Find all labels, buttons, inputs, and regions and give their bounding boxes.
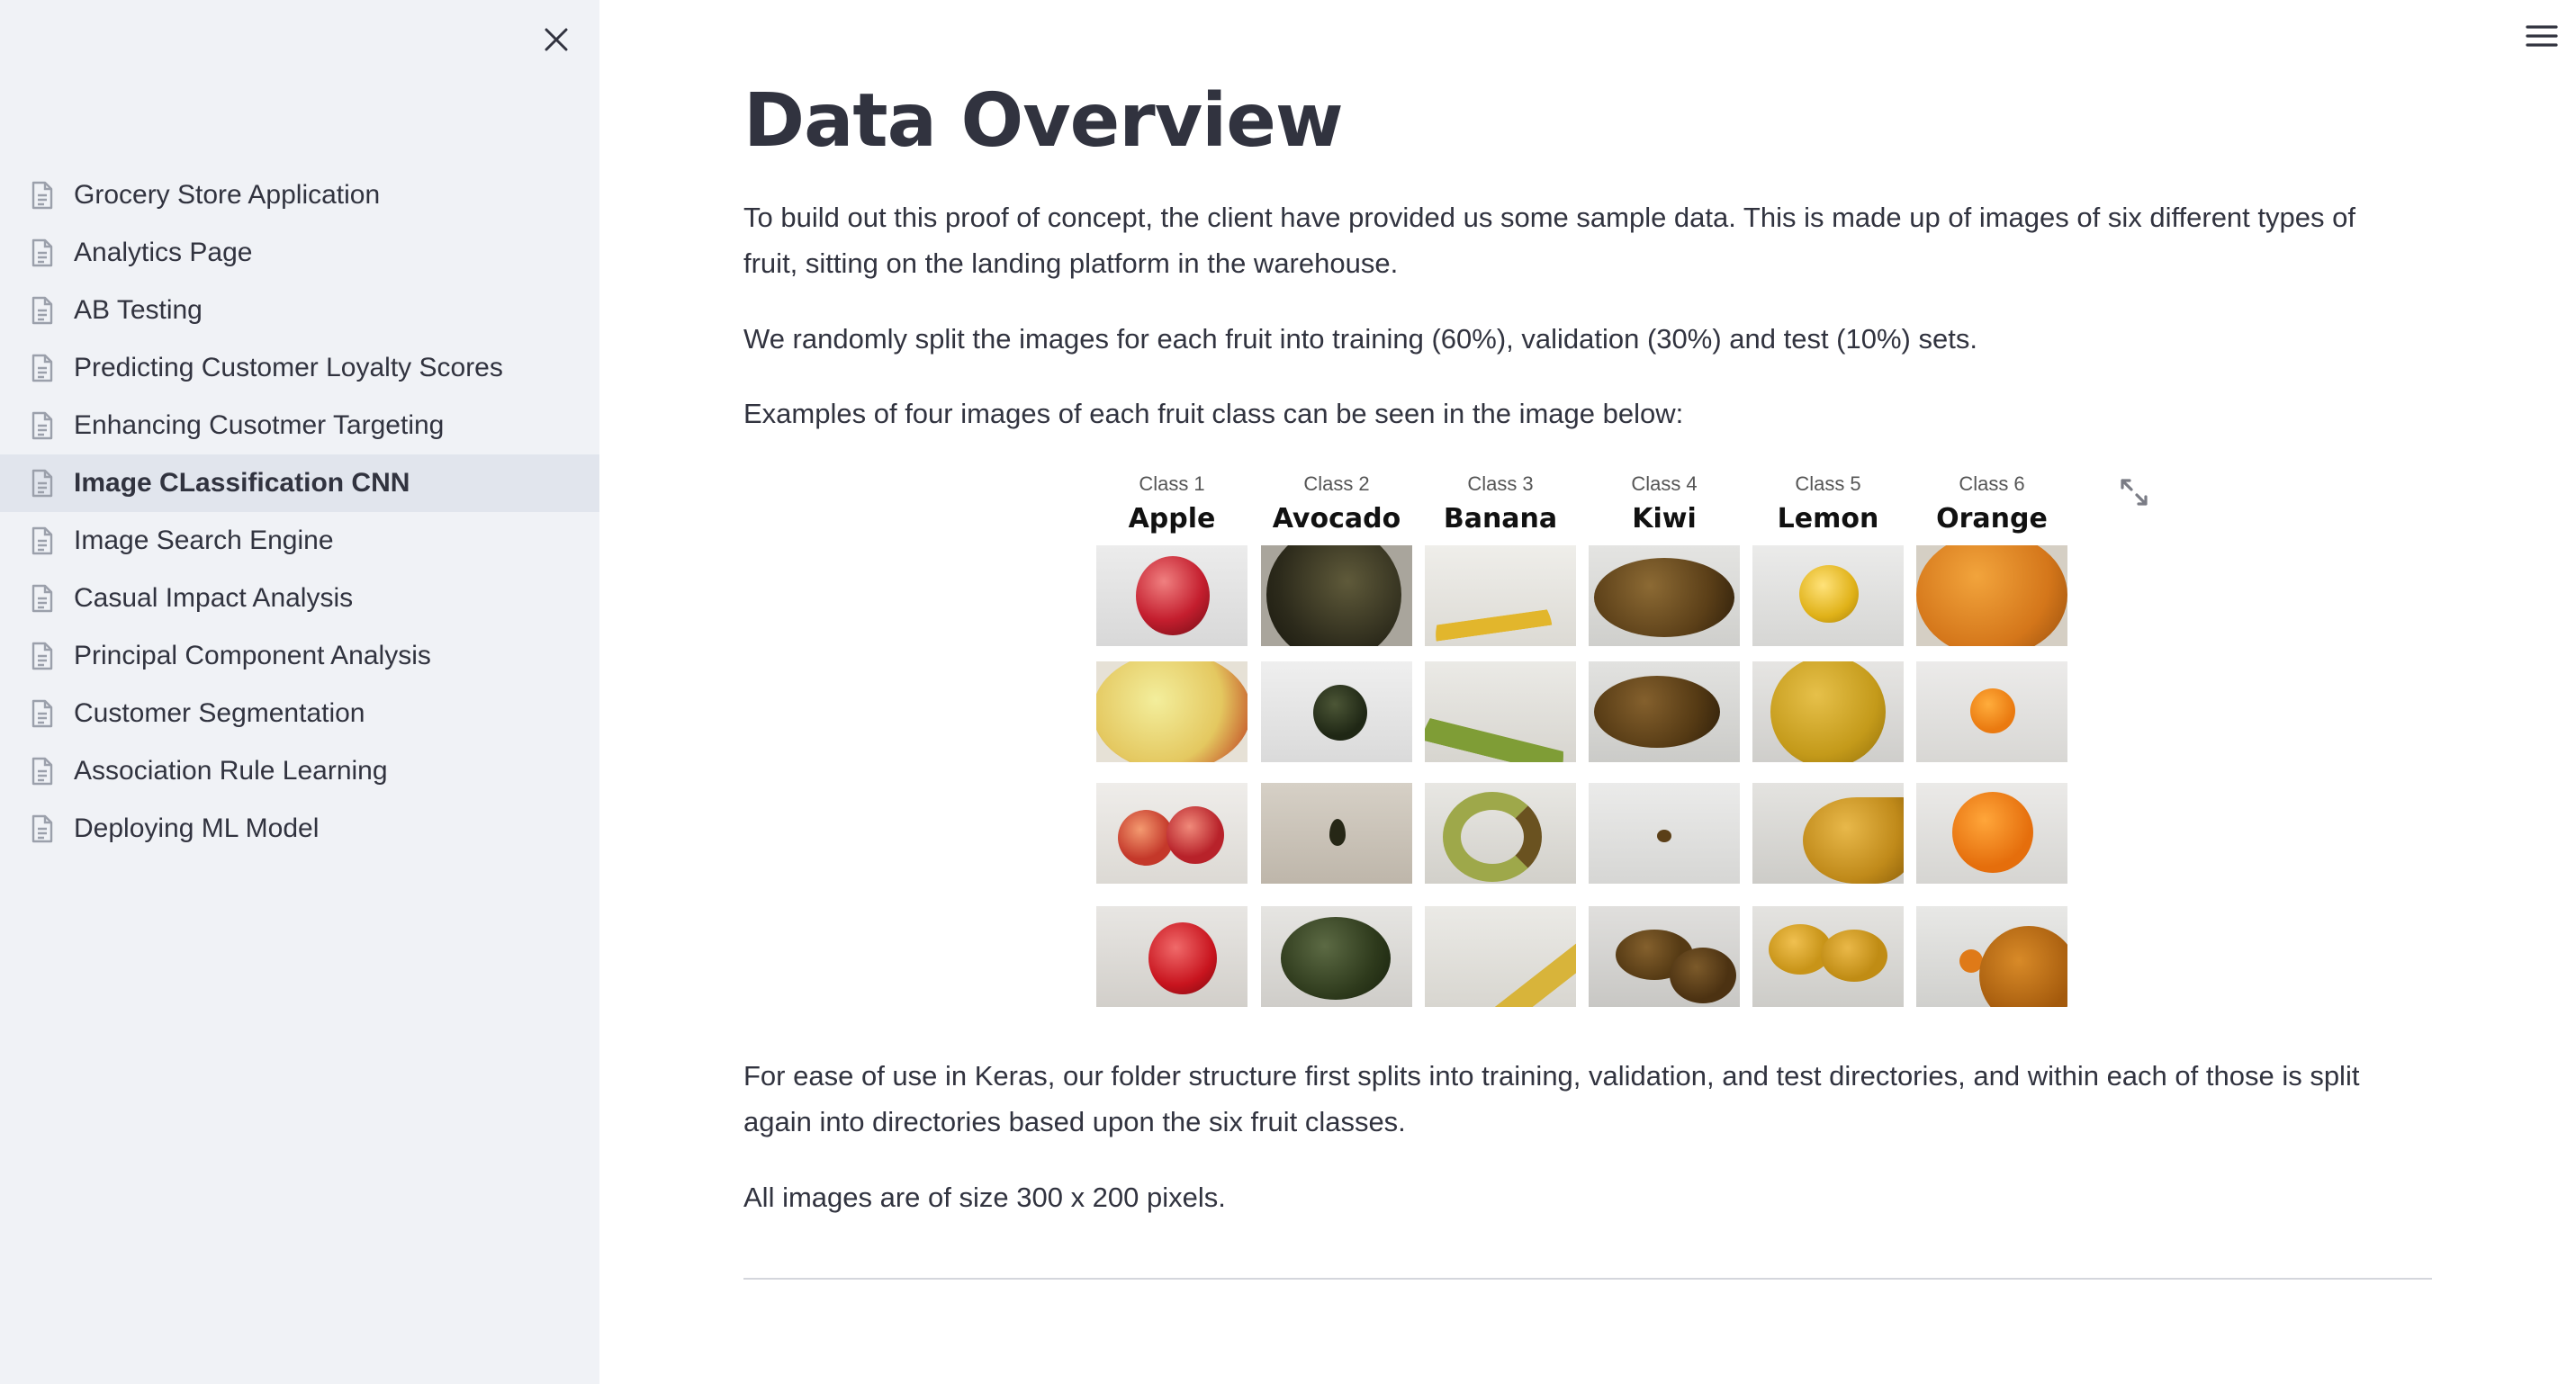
avocado-image-4: [1261, 906, 1412, 1007]
class-number: Class 1: [1139, 472, 1205, 495]
page-icon: [31, 756, 58, 786]
banana-image-1: [1425, 545, 1576, 646]
class-name: Kiwi: [1632, 503, 1697, 535]
hamburger-menu-icon[interactable]: [2524, 20, 2560, 52]
close-sidebar-button[interactable]: [535, 18, 578, 61]
sidebar-item-label: Analytics Page: [74, 238, 253, 267]
banana-image-3: [1425, 783, 1576, 884]
lemon-image-1: [1752, 545, 1904, 646]
apple-image-2: [1096, 661, 1247, 762]
page-icon: [31, 410, 58, 441]
page-icon: [31, 526, 58, 556]
lemon-image-2: [1752, 661, 1904, 762]
sidebar-item-deploying-ml-model[interactable]: Deploying ML Model: [0, 800, 599, 858]
page-icon: [31, 353, 58, 383]
banana-image-4: [1425, 906, 1576, 1007]
avocado-image-1: [1261, 545, 1412, 646]
orange-image-4: [1916, 906, 2067, 1007]
sidebar-item-label: Image CLassification CNN: [74, 468, 410, 498]
sidebar-item-predicting-customer-loyalty-scores[interactable]: Predicting Customer Loyalty Scores: [0, 339, 599, 397]
examples-paragraph: Examples of four images of each fruit cl…: [743, 398, 1684, 429]
sidebar-nav: Grocery Store Application Analytics Page…: [0, 166, 599, 858]
page-icon: [31, 238, 58, 268]
image-size-paragraph: All images are of size 300 x 200 pixels.: [743, 1182, 1226, 1213]
sidebar-item-label: Customer Segmentation: [74, 698, 365, 728]
lemon-image-4: [1752, 906, 1904, 1007]
apple-image-4: [1096, 906, 1247, 1007]
sidebar-item-label: Casual Impact Analysis: [74, 583, 354, 613]
sidebar: Grocery Store Application Analytics Page…: [0, 0, 599, 1384]
class-number: Class 3: [1467, 472, 1534, 495]
orange-image-1: [1916, 545, 2067, 646]
kiwi-image-3: [1589, 783, 1740, 884]
sidebar-item-label: Predicting Customer Loyalty Scores: [74, 353, 503, 382]
class-number: Class 4: [1631, 472, 1698, 495]
class-name: Banana: [1443, 503, 1558, 535]
lemon-image-3: [1752, 783, 1904, 884]
class-number: Class 5: [1795, 472, 1861, 495]
sidebar-item-label: Association Rule Learning: [74, 756, 388, 786]
class-header-apple: Class 1 Apple: [1096, 466, 1247, 536]
sidebar-item-analytics-page[interactable]: Analytics Page: [0, 224, 599, 282]
page-title: Data Overview: [743, 78, 1344, 164]
class-header-avocado: Class 2 Avocado: [1261, 466, 1412, 536]
page-icon: [31, 295, 58, 326]
orange-image-2: [1916, 661, 2067, 762]
class-header-orange: Class 6 Orange: [1916, 466, 2067, 536]
sidebar-item-label: Principal Component Analysis: [74, 641, 431, 670]
sidebar-item-customer-segmentation[interactable]: Customer Segmentation: [0, 685, 599, 742]
section-divider: [743, 1278, 2432, 1280]
class-header-banana: Class 3 Banana: [1425, 466, 1576, 536]
page-icon: [31, 813, 58, 844]
page-icon: [31, 641, 58, 671]
close-icon[interactable]: [545, 28, 568, 51]
page-icon: [31, 698, 58, 729]
sidebar-item-grocery-store-application[interactable]: Grocery Store Application: [0, 166, 599, 224]
avocado-image-2: [1261, 661, 1412, 762]
orange-image-3: [1916, 783, 2067, 884]
fullscreen-expand-icon[interactable]: [2119, 477, 2149, 508]
banana-image-2: [1425, 661, 1576, 762]
page-icon: [31, 583, 58, 614]
apple-image-3: [1096, 783, 1247, 884]
avocado-image-3: [1261, 783, 1412, 884]
class-name: Apple: [1128, 503, 1216, 535]
page-icon: [31, 180, 58, 211]
class-name: Avocado: [1272, 503, 1401, 535]
page-icon: [31, 468, 58, 499]
sidebar-item-image-classification-cnn[interactable]: Image CLassification CNN: [0, 454, 599, 512]
sidebar-item-principal-component-analysis[interactable]: Principal Component Analysis: [0, 627, 599, 685]
apple-image-1: [1096, 545, 1247, 646]
class-header-lemon: Class 5 Lemon: [1752, 466, 1904, 536]
class-name: Orange: [1936, 503, 2048, 535]
sidebar-item-ab-testing[interactable]: AB Testing: [0, 282, 599, 339]
class-name: Lemon: [1777, 503, 1879, 535]
kiwi-image-2: [1589, 661, 1740, 762]
class-header-kiwi: Class 4 Kiwi: [1589, 466, 1740, 536]
sidebar-item-label: Deploying ML Model: [74, 813, 320, 843]
class-number: Class 2: [1303, 472, 1370, 495]
class-number: Class 6: [1959, 472, 2025, 495]
sidebar-item-label: Enhancing Cusotmer Targeting: [74, 410, 445, 440]
sidebar-item-label: Grocery Store Application: [74, 180, 381, 210]
intro-paragraph: To build out this proof of concept, the …: [743, 202, 2355, 279]
folder-structure-paragraph: For ease of use in Keras, our folder str…: [743, 1060, 2360, 1137]
sidebar-item-casual-impact-analysis[interactable]: Casual Impact Analysis: [0, 570, 599, 627]
sidebar-item-image-search-engine[interactable]: Image Search Engine: [0, 512, 599, 570]
sidebar-item-label: Image Search Engine: [74, 526, 334, 555]
main-menu-button[interactable]: [2524, 20, 2560, 52]
fullscreen-expand-button[interactable]: [2119, 477, 2149, 508]
sidebar-item-label: AB Testing: [74, 295, 203, 325]
kiwi-image-1: [1589, 545, 1740, 646]
sidebar-item-association-rule-learning[interactable]: Association Rule Learning: [0, 742, 599, 800]
kiwi-image-4: [1589, 906, 1740, 1007]
fruit-class-figure: Class 1 Apple Class 2 Avocado Class 3 Ba…: [1096, 466, 2086, 1015]
sidebar-item-enhancing-customer-targeting[interactable]: Enhancing Cusotmer Targeting: [0, 397, 599, 454]
split-paragraph: We randomly split the images for each fr…: [743, 323, 1977, 355]
